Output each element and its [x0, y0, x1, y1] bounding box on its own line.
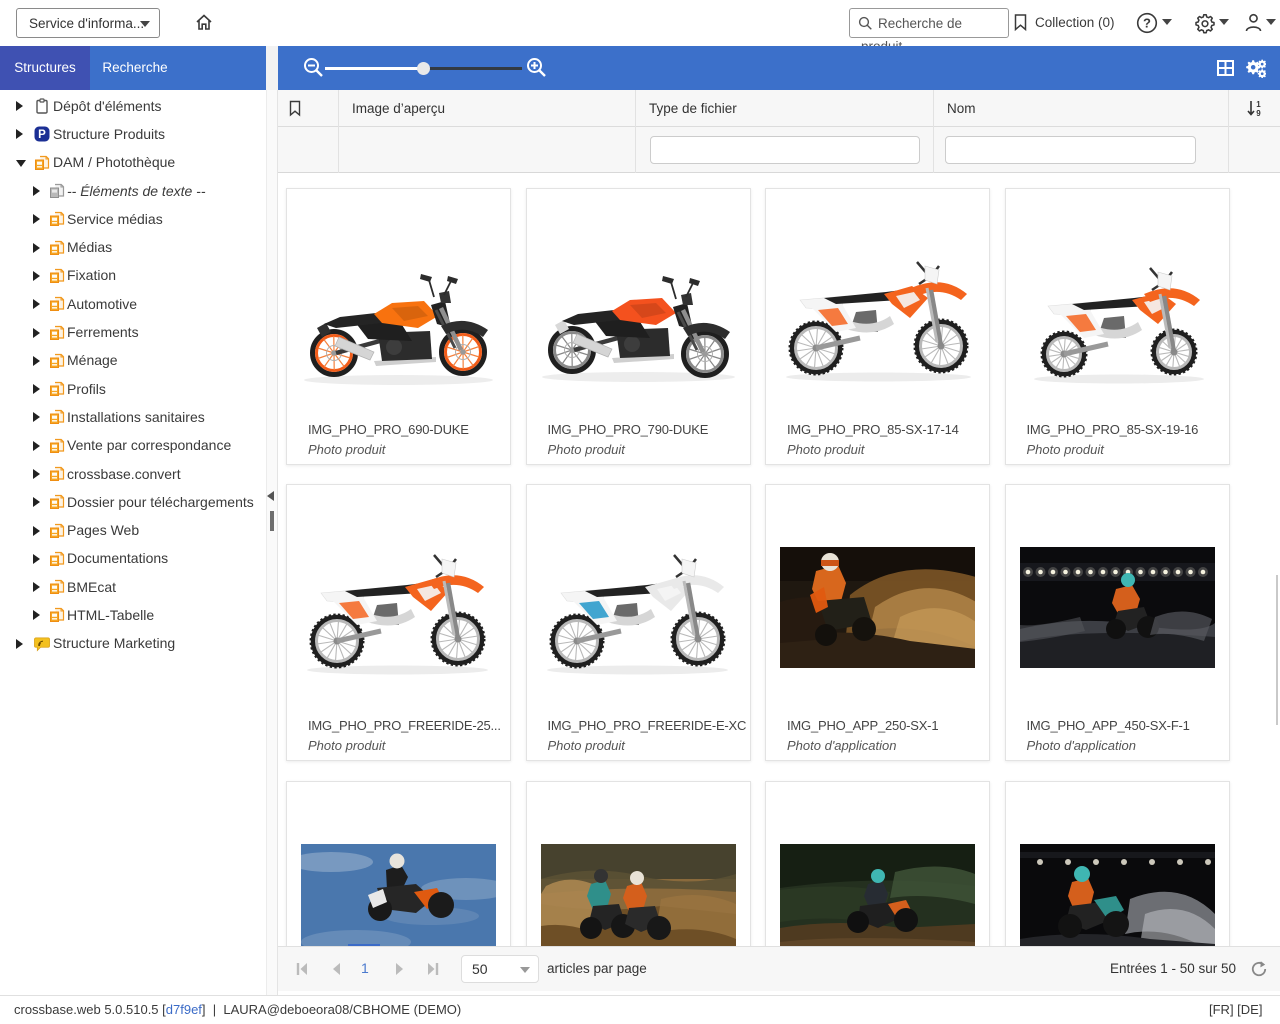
- svg-text:P: P: [38, 129, 46, 141]
- svg-text:9: 9: [1256, 109, 1261, 118]
- svg-text:1: 1: [1256, 100, 1261, 109]
- svg-text:?: ?: [1143, 16, 1151, 31]
